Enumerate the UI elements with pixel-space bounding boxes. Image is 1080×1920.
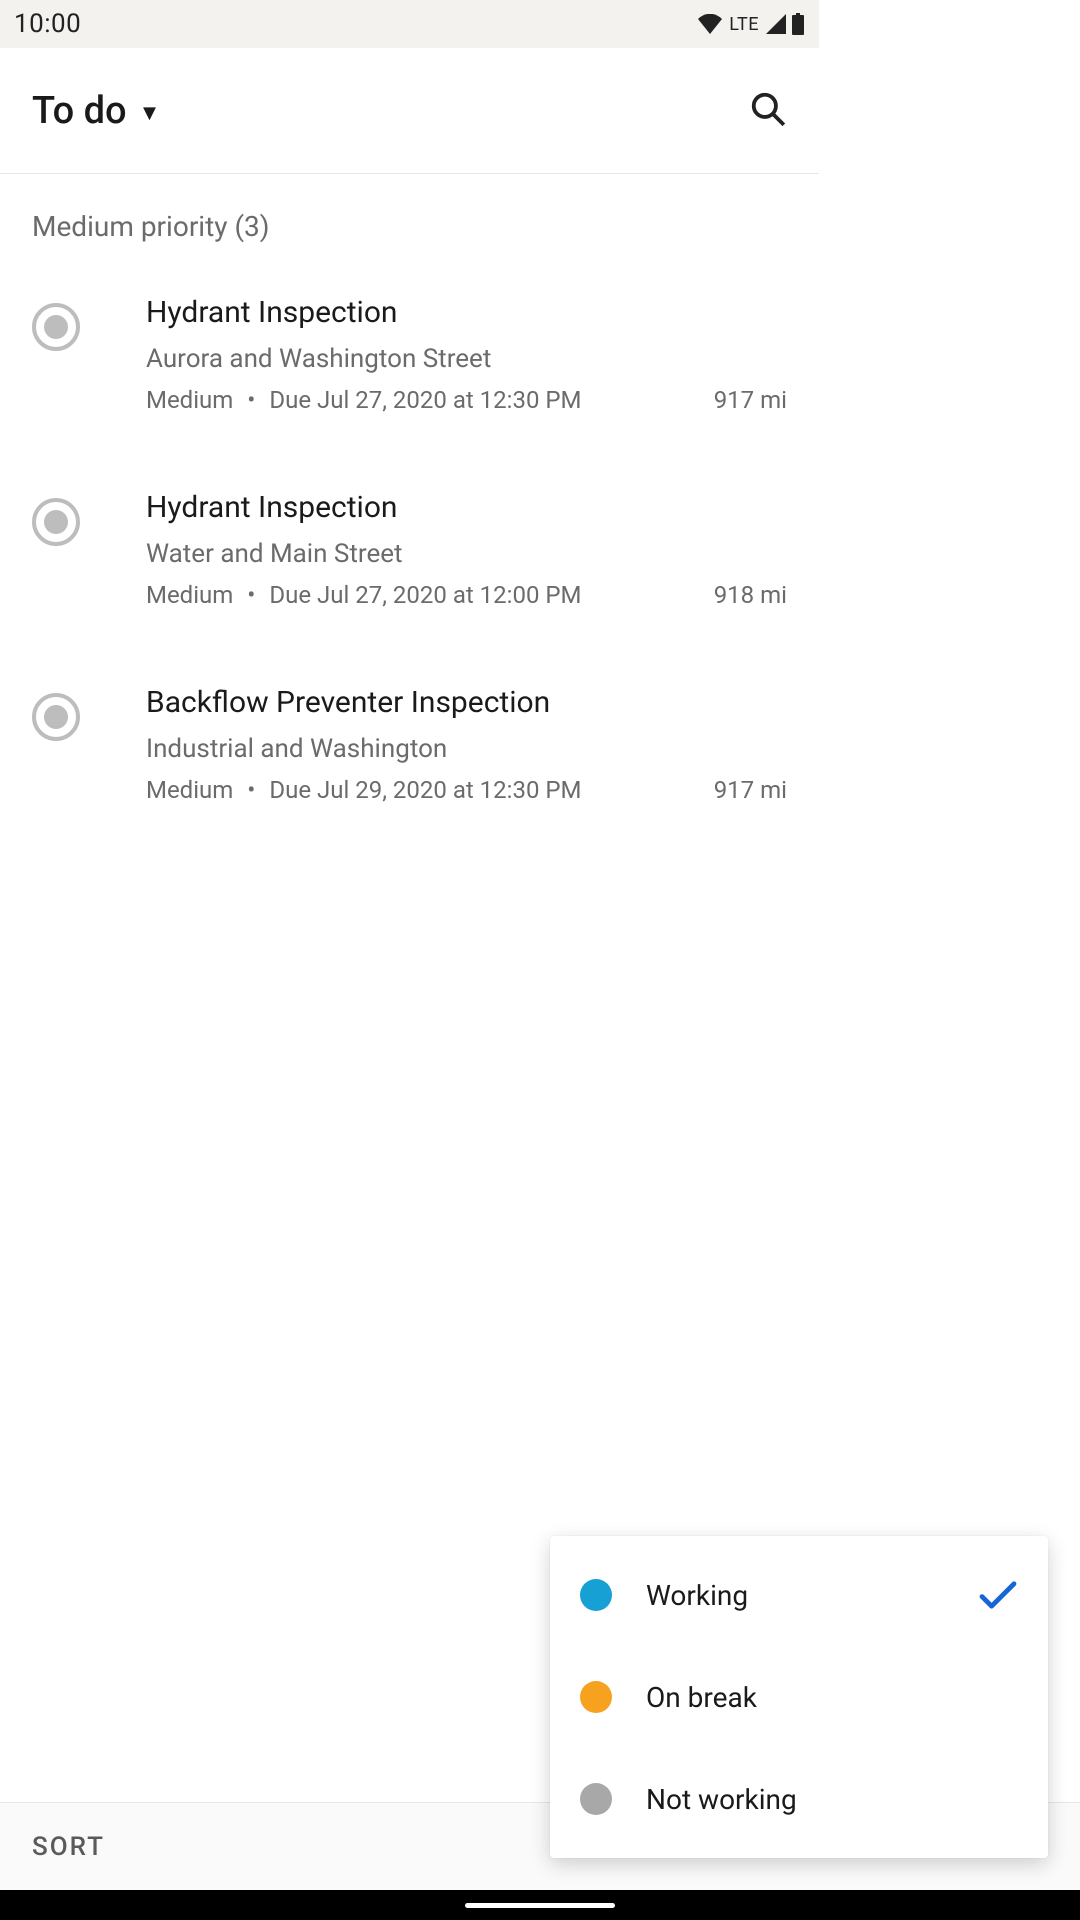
task-distance: 917 mi: [698, 386, 787, 414]
task-priority: Medium: [146, 776, 233, 804]
task-meta: Medium • Due Jul 27, 2020 at 12:30 PM: [146, 386, 582, 414]
status-menu: Working On break Not working: [550, 1536, 1048, 1858]
task-title: Hydrant Inspection: [146, 490, 787, 525]
cell-signal-icon: [765, 14, 787, 34]
sort-button[interactable]: SORT: [32, 1832, 105, 1862]
task-list: Hydrant Inspection Aurora and Washington…: [0, 251, 819, 836]
status-option-not-working[interactable]: Not working: [550, 1748, 1048, 1850]
task-title: Hydrant Inspection: [146, 295, 787, 330]
task-body: Backflow Preventer Inspection Industrial…: [146, 685, 787, 804]
task-location: Industrial and Washington: [146, 734, 787, 764]
task-body: Hydrant Inspection Aurora and Washington…: [146, 295, 787, 414]
app-header: To do ▼: [0, 48, 819, 174]
wifi-icon: [697, 14, 723, 34]
task-title: Backflow Preventer Inspection: [146, 685, 787, 720]
task-location: Water and Main Street: [146, 539, 787, 569]
list-item[interactable]: Backflow Preventer Inspection Industrial…: [0, 641, 819, 836]
section-header: Medium priority (3): [0, 174, 819, 251]
list-item[interactable]: Hydrant Inspection Aurora and Washington…: [0, 251, 819, 446]
task-location: Aurora and Washington Street: [146, 344, 787, 374]
search-icon: [749, 90, 787, 128]
status-option-label: Working: [646, 1579, 944, 1612]
list-item[interactable]: Hydrant Inspection Water and Main Street…: [0, 446, 819, 641]
status-option-on-break[interactable]: On break: [550, 1646, 1048, 1748]
status-option-label: On break: [646, 1681, 1018, 1714]
status-option-label: Not working: [646, 1783, 1018, 1816]
android-nav-bar: [0, 1890, 1080, 1920]
task-due: Due Jul 29, 2020 at 12:30 PM: [269, 776, 581, 804]
status-dot-icon: [580, 1579, 612, 1611]
status-indicators: LTE: [697, 13, 805, 35]
check-icon: [978, 1579, 1018, 1611]
page-title: To do: [32, 89, 127, 133]
task-distance: 917 mi: [698, 776, 787, 804]
task-status-toggle[interactable]: [32, 303, 80, 351]
task-priority: Medium: [146, 386, 233, 414]
task-status-toggle[interactable]: [32, 498, 80, 546]
search-button[interactable]: [749, 90, 787, 132]
home-indicator[interactable]: [465, 1903, 615, 1908]
status-dot-icon: [580, 1783, 612, 1815]
task-body: Hydrant Inspection Water and Main Street…: [146, 490, 787, 609]
status-time: 10:00: [14, 9, 81, 39]
status-dot-icon: [580, 1681, 612, 1713]
list-filter-dropdown[interactable]: To do ▼: [32, 89, 160, 133]
status-option-working[interactable]: Working: [550, 1544, 1048, 1646]
task-meta: Medium • Due Jul 29, 2020 at 12:30 PM: [146, 776, 582, 804]
task-status-toggle[interactable]: [32, 693, 80, 741]
task-priority: Medium: [146, 581, 233, 609]
task-distance: 918 mi: [698, 581, 787, 609]
task-due: Due Jul 27, 2020 at 12:00 PM: [269, 581, 581, 609]
task-meta: Medium • Due Jul 27, 2020 at 12:00 PM: [146, 581, 582, 609]
network-type: LTE: [729, 14, 759, 35]
android-status-bar: 10:00 LTE: [0, 0, 819, 48]
chevron-down-icon: ▼: [139, 100, 161, 126]
task-due: Due Jul 27, 2020 at 12:30 PM: [269, 386, 581, 414]
battery-icon: [791, 13, 805, 35]
